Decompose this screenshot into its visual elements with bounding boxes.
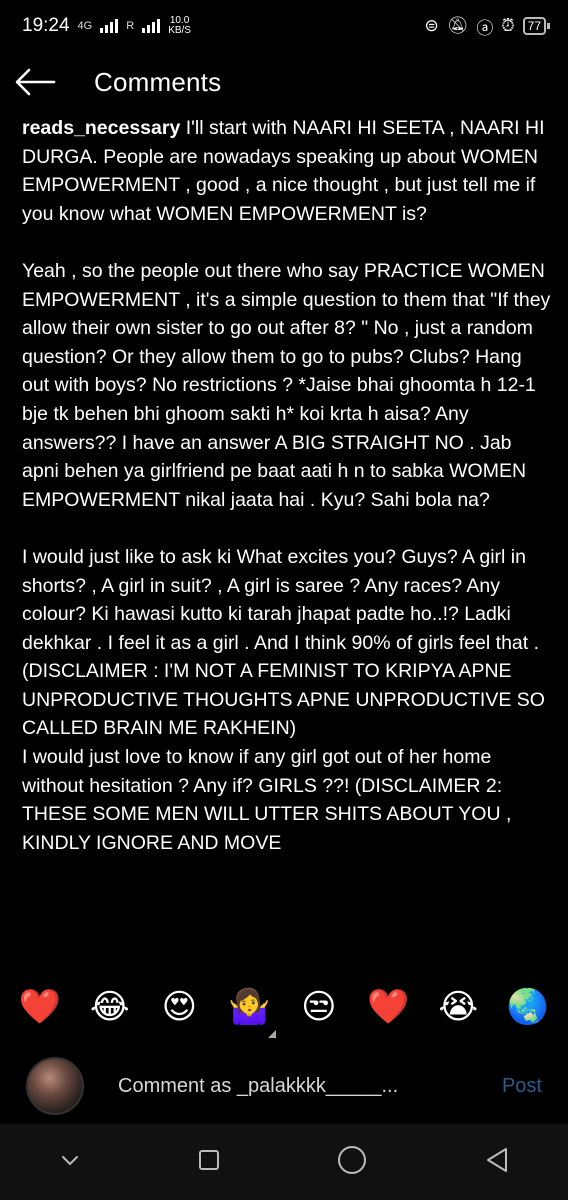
battery-level: 77 xyxy=(527,19,541,33)
comment-paragraph-4: I would just love to know if any girl go… xyxy=(22,746,512,854)
comment-paragraph-3: I would just like to ask ki What excites… xyxy=(22,545,545,740)
left-arrow-icon[interactable] xyxy=(14,52,74,112)
emoji-heart-2-button[interactable]: ❤️ xyxy=(363,987,415,1027)
emoji-joy-button[interactable]: 😂 xyxy=(84,987,136,1027)
comment-composer: Comment as _palakkkk_____... Post xyxy=(0,1050,568,1122)
status-time: 19:24 xyxy=(22,15,70,36)
avatar xyxy=(26,1057,84,1115)
triangle-back-icon[interactable] xyxy=(482,1145,512,1180)
network-label: 4G xyxy=(77,20,93,32)
status-right: ⊜ 🔕︎ ⓐ ⏰︎ 77 xyxy=(424,14,551,39)
comment-username[interactable]: reads_necessary xyxy=(22,117,180,139)
network-speed: 10.0 KB/S xyxy=(168,16,191,36)
speed-unit: KB/S xyxy=(168,25,191,36)
data-saver-icon: ⊜ xyxy=(424,16,439,35)
text-fade xyxy=(0,954,568,972)
status-left: 19:24 4G R 10.0 KB/S xyxy=(22,15,191,37)
emoji-reaction-bar: ❤️ 😂 😍 🤷‍♀️ 😒 ❤️ 😭 🌏 xyxy=(0,972,568,1042)
status-bar: 19:24 4G R 10.0 KB/S ⊜ 🔕︎ ⓐ ⏰︎ 77 xyxy=(0,0,568,52)
system-navigation-bar xyxy=(0,1124,568,1200)
emoji-heart-eyes-button[interactable]: 😍 xyxy=(153,987,205,1027)
emoji-globe-button[interactable]: 🌏 xyxy=(502,987,554,1027)
emoji-shrug-button[interactable]: 🤷‍♀️ xyxy=(223,987,275,1027)
battery-icon: 77 xyxy=(522,17,551,35)
post-button[interactable]: Post xyxy=(502,1075,542,1098)
app-bar: Comments xyxy=(0,52,568,112)
square-recents-icon[interactable] xyxy=(196,1147,222,1178)
signal-icon xyxy=(100,19,119,33)
emoji-heart-button[interactable]: ❤️ xyxy=(14,987,66,1027)
notifications-muted-icon: 🔕︎ xyxy=(446,16,469,35)
comment-paragraph-1: reads_necessary I'll start with NAARI HI… xyxy=(22,114,552,228)
comment-body: reads_necessary I'll start with NAARI HI… xyxy=(22,114,552,970)
chevron-down-icon[interactable] xyxy=(57,1147,83,1178)
circle-home-icon[interactable] xyxy=(335,1143,369,1182)
network-type-label: 4G xyxy=(78,20,93,32)
comment-paragraph-2: Yeah , so the people out there who say P… xyxy=(22,259,551,511)
carrier-label: R xyxy=(126,20,135,32)
comment-input[interactable]: Comment as _palakkkk_____... xyxy=(118,1075,502,1098)
alarm-icon: ⏰︎ xyxy=(501,16,515,35)
emoji-variant-indicator-icon xyxy=(268,1030,276,1038)
privacy-icon: ⓐ xyxy=(476,18,494,38)
emoji-crying-button[interactable]: 😭 xyxy=(432,987,484,1027)
emoji-unamused-button[interactable]: 😒 xyxy=(293,987,345,1027)
signal-icon-2 xyxy=(142,19,161,33)
page-title: Comments xyxy=(94,66,222,97)
